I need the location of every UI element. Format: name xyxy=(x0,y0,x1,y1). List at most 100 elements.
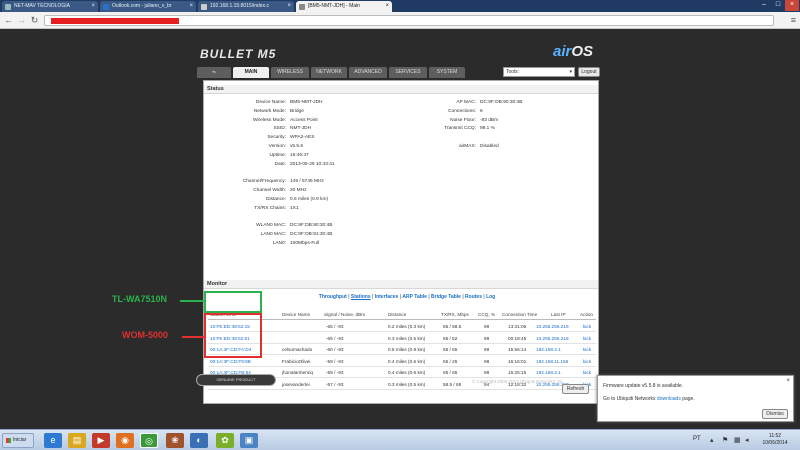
maximize-icon[interactable]: □ xyxy=(771,0,785,11)
close-tab-icon[interactable]: × xyxy=(385,1,389,12)
ccq-value: 99 xyxy=(484,324,490,329)
back-arrow-icon[interactable]: ← xyxy=(3,15,14,26)
last-ip-link[interactable]: 192.168.2.1 xyxy=(536,344,561,355)
page-favicon-icon xyxy=(299,4,305,10)
status-label: Uptime: xyxy=(269,152,286,158)
kick-link[interactable]: kick xyxy=(583,367,591,378)
link-log[interactable]: Log xyxy=(486,294,495,300)
kick-link[interactable]: kick xyxy=(583,344,591,355)
status-value: 100Mbps-Full xyxy=(290,240,320,246)
volume-icon[interactable]: ◂ xyxy=(745,436,749,444)
ccq-value: 98 xyxy=(484,358,490,364)
folder-icon[interactable]: ▤ xyxy=(68,433,86,448)
connection-time: 16:16:01 xyxy=(508,358,527,364)
app-icon[interactable]: ◐ xyxy=(190,433,208,448)
col-ccq[interactable]: CCQ, % xyxy=(478,311,495,319)
distance: 0.2 miles (0.3 km) xyxy=(388,324,426,329)
status-label: Device Name: xyxy=(255,100,286,105)
tab-network[interactable]: NETWORK xyxy=(311,67,347,78)
tray-arrow-icon[interactable]: ▴ xyxy=(710,436,714,444)
forward-arrow-icon[interactable]: → xyxy=(16,15,27,26)
firefox-icon[interactable]: ◉ xyxy=(116,433,134,448)
system-clock[interactable]: 11:52 10/06/2014 xyxy=(755,433,795,447)
distance: 0.4 miles (0.6 km) xyxy=(388,370,426,375)
annotation-green-arrow xyxy=(180,300,204,302)
status-label: Noise Floor: xyxy=(450,117,476,123)
link-throughput[interactable]: Throughput xyxy=(319,294,347,300)
status-value: 149 / 5745 MHz xyxy=(290,179,324,185)
logout-button[interactable]: Logout xyxy=(578,67,600,77)
table-row: 10:FE:ED:38:62:15 -65 / -93 0.2 miles (0.3… xyxy=(208,321,596,332)
app-icon[interactable]: ✿ xyxy=(216,433,234,448)
close-icon[interactable]: × xyxy=(786,378,790,384)
link-arp-table[interactable]: ARP Table xyxy=(402,294,427,300)
reload-icon[interactable]: ↻ xyxy=(29,15,40,26)
ie-icon[interactable]: e xyxy=(44,433,62,448)
link-stations[interactable]: Stations xyxy=(351,294,371,300)
close-tab-icon[interactable]: × xyxy=(189,1,193,12)
status-label: Transmit CCQ: xyxy=(444,126,476,132)
app-icon[interactable]: ❀ xyxy=(166,433,184,448)
tab-system[interactable]: SYSTEM xyxy=(429,67,465,78)
link-interfaces[interactable]: Interfaces xyxy=(375,294,399,300)
col-action[interactable]: Action xyxy=(580,311,593,319)
last-ip-link[interactable]: 192.168.2.1 xyxy=(536,367,561,378)
status-value: 1X1 xyxy=(290,205,299,211)
browser-tab[interactable]: 192.168.1.15:8015/index.c × xyxy=(198,1,294,12)
status-label: Security: xyxy=(267,135,286,141)
airos-page: BULLET M5 airOS ⌁ MAIN WIRELESS NETWORK … xyxy=(0,29,800,429)
col-last-ip[interactable]: Last IP xyxy=(551,311,566,319)
browser-tab[interactable]: Outlook.com - juliano_v_br × xyxy=(100,1,196,12)
device-name: FrabicioOlivei xyxy=(282,358,311,364)
minimize-icon[interactable]: – xyxy=(757,0,771,11)
browser-tab-active[interactable]: [BM5-NMT-JDH] - Main × xyxy=(296,1,392,12)
last-ip-link[interactable]: 10.255.255.218 xyxy=(536,333,569,344)
ubiquiti-home-icon[interactable]: ⌁ xyxy=(197,67,231,78)
status-label: SSID: xyxy=(273,126,286,132)
status-label: Channel/Frequency: xyxy=(242,179,286,185)
kick-link[interactable]: kick xyxy=(583,356,591,367)
downloads-link[interactable]: downloads xyxy=(657,396,681,402)
tools-select[interactable]: Tools: ▾ xyxy=(503,67,575,77)
link-bridge-table[interactable]: Bridge Table xyxy=(431,294,461,300)
status-label: Network Mode: xyxy=(253,108,286,114)
close-tab-icon[interactable]: × xyxy=(287,1,291,12)
kick-link[interactable]: kick xyxy=(583,333,591,344)
network-icon[interactable]: ▦ xyxy=(734,436,741,444)
col-connection-time[interactable]: Connection Time xyxy=(502,311,537,319)
tab-main[interactable]: MAIN xyxy=(233,67,269,78)
firmware-notification: × Firmware update v5.5.8 is available. G… xyxy=(597,375,794,422)
tab-advanced[interactable]: ADVANCED xyxy=(349,67,387,78)
last-ip-link[interactable]: 192.168.11.155 xyxy=(536,356,568,367)
last-ip-link[interactable]: 10.255.255.219 xyxy=(536,321,569,332)
browser-toolbar: ← → ↻ ≡ xyxy=(0,12,800,29)
start-button[interactable]: Iniciar xyxy=(2,433,34,448)
tab-services[interactable]: SERVICES xyxy=(389,67,427,78)
app-icon[interactable]: ▣ xyxy=(240,433,258,448)
status-value: DC:9F:DB:90:30:4B xyxy=(480,100,523,105)
browser-tab[interactable]: NET-MAV TECNOLOGIA × xyxy=(2,1,98,12)
chrome-icon[interactable]: ◎ xyxy=(140,433,158,448)
main-panel: Status Device Name: BM5-NMT-JDH Network Mo… xyxy=(203,80,599,404)
annotation-green-label: TL-WA7510N xyxy=(112,294,168,304)
status-label: Connections: xyxy=(448,108,476,114)
col-distance[interactable]: Distance xyxy=(388,311,406,319)
col-device-name[interactable]: Device Name xyxy=(282,311,310,319)
col-txrx[interactable]: TX/RX, Mbps xyxy=(441,311,469,319)
status-value: Bridge xyxy=(290,108,304,114)
close-tab-icon[interactable]: × xyxy=(91,1,95,12)
link-routes[interactable]: Routes xyxy=(465,294,482,300)
address-bar-input[interactable] xyxy=(44,15,774,26)
wrench-menu-icon[interactable]: ≡ xyxy=(791,15,796,25)
dismiss-button[interactable]: Dismiss xyxy=(762,409,788,419)
media-player-icon[interactable]: ▶ xyxy=(92,433,110,448)
language-indicator[interactable]: PT xyxy=(693,436,701,442)
close-window-icon[interactable]: × xyxy=(785,0,799,11)
tab-wireless[interactable]: WIRELESS xyxy=(271,67,309,78)
refresh-button[interactable]: Refresh xyxy=(562,384,589,394)
col-signal-noise[interactable]: Signal / Noise, dBm xyxy=(324,311,365,319)
status-value: NMT-JDH xyxy=(290,126,312,132)
genuine-product-badge: GENUINE PRODUCT xyxy=(196,374,276,386)
kick-link[interactable]: kick xyxy=(583,321,591,332)
flag-icon[interactable]: ⚑ xyxy=(722,436,728,444)
